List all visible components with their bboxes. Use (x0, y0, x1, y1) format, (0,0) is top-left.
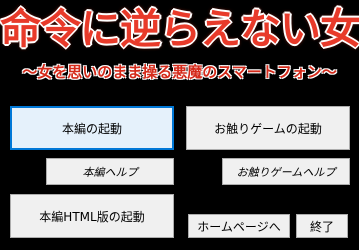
app-subtitle: ～女を思いのまま操る悪魔のスマートフォン～ (22, 63, 337, 81)
exit-button[interactable]: 終了 (296, 214, 348, 238)
app-title: 命令に逆らえない女 (0, 5, 359, 53)
touch-game-start-button[interactable]: お触りゲームの起動 (186, 106, 350, 150)
main-start-button[interactable]: 本編の起動 (10, 106, 174, 150)
touch-game-help-button[interactable]: お触りゲームヘルプ (222, 158, 350, 185)
main-help-button[interactable]: 本編ヘルプ (46, 158, 174, 185)
homepage-button[interactable]: ホームページへ (188, 214, 290, 238)
html-start-button[interactable]: 本編HTML版の起動 (10, 194, 174, 238)
